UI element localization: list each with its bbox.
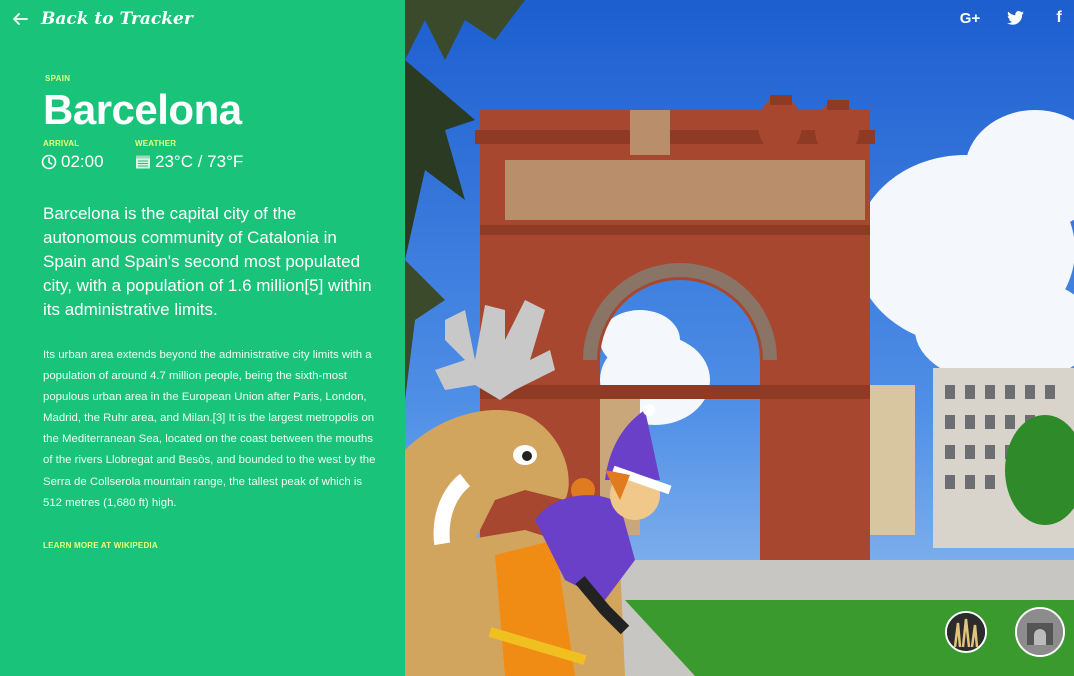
weather-value: 23°C / 73°F — [135, 152, 243, 172]
cathedral-icon — [947, 613, 985, 651]
google-plus-button[interactable]: G+ — [957, 8, 983, 28]
body-paragraph: Its urban area extends beyond the admini… — [43, 349, 376, 509]
google-plus-icon: G+ — [959, 9, 981, 27]
arrival-time: 02:00 — [61, 152, 104, 171]
landmark-icon — [1017, 609, 1063, 655]
info-panel: Back to Tracker SPAIN Barcelona ARRIVAL … — [0, 0, 405, 676]
destination-page: Back to Tracker SPAIN Barcelona ARRIVAL … — [0, 0, 1074, 676]
lead-paragraph: Barcelona is the capital city of the aut… — [43, 204, 372, 319]
country-label: SPAIN — [45, 74, 71, 83]
photo-thumbnail-landmark[interactable] — [1015, 607, 1065, 657]
weather-text: 23°C / 73°F — [155, 152, 244, 171]
wikipedia-link[interactable]: LEARN MORE AT WIKIPEDIA — [43, 541, 158, 550]
weather-icon — [136, 155, 150, 169]
back-to-tracker-link[interactable]: Back to Tracker — [12, 9, 193, 29]
city-title: Barcelona — [43, 86, 242, 133]
facebook-icon: f — [1056, 9, 1062, 26]
arrival-value: 02:00 — [41, 152, 104, 172]
arrival-label: ARRIVAL — [43, 139, 80, 148]
city-photo — [405, 0, 1074, 676]
back-label: Back to Tracker — [41, 9, 193, 29]
arrow-left-icon — [13, 13, 28, 25]
photo-thumbnail-sagrada-familia[interactable] — [945, 611, 987, 653]
twitter-icon — [1006, 11, 1024, 25]
clock-icon — [41, 154, 57, 170]
facebook-button[interactable]: f — [1046, 8, 1072, 28]
twitter-button[interactable] — [1002, 8, 1028, 28]
weather-label: WEATHER — [135, 139, 177, 148]
